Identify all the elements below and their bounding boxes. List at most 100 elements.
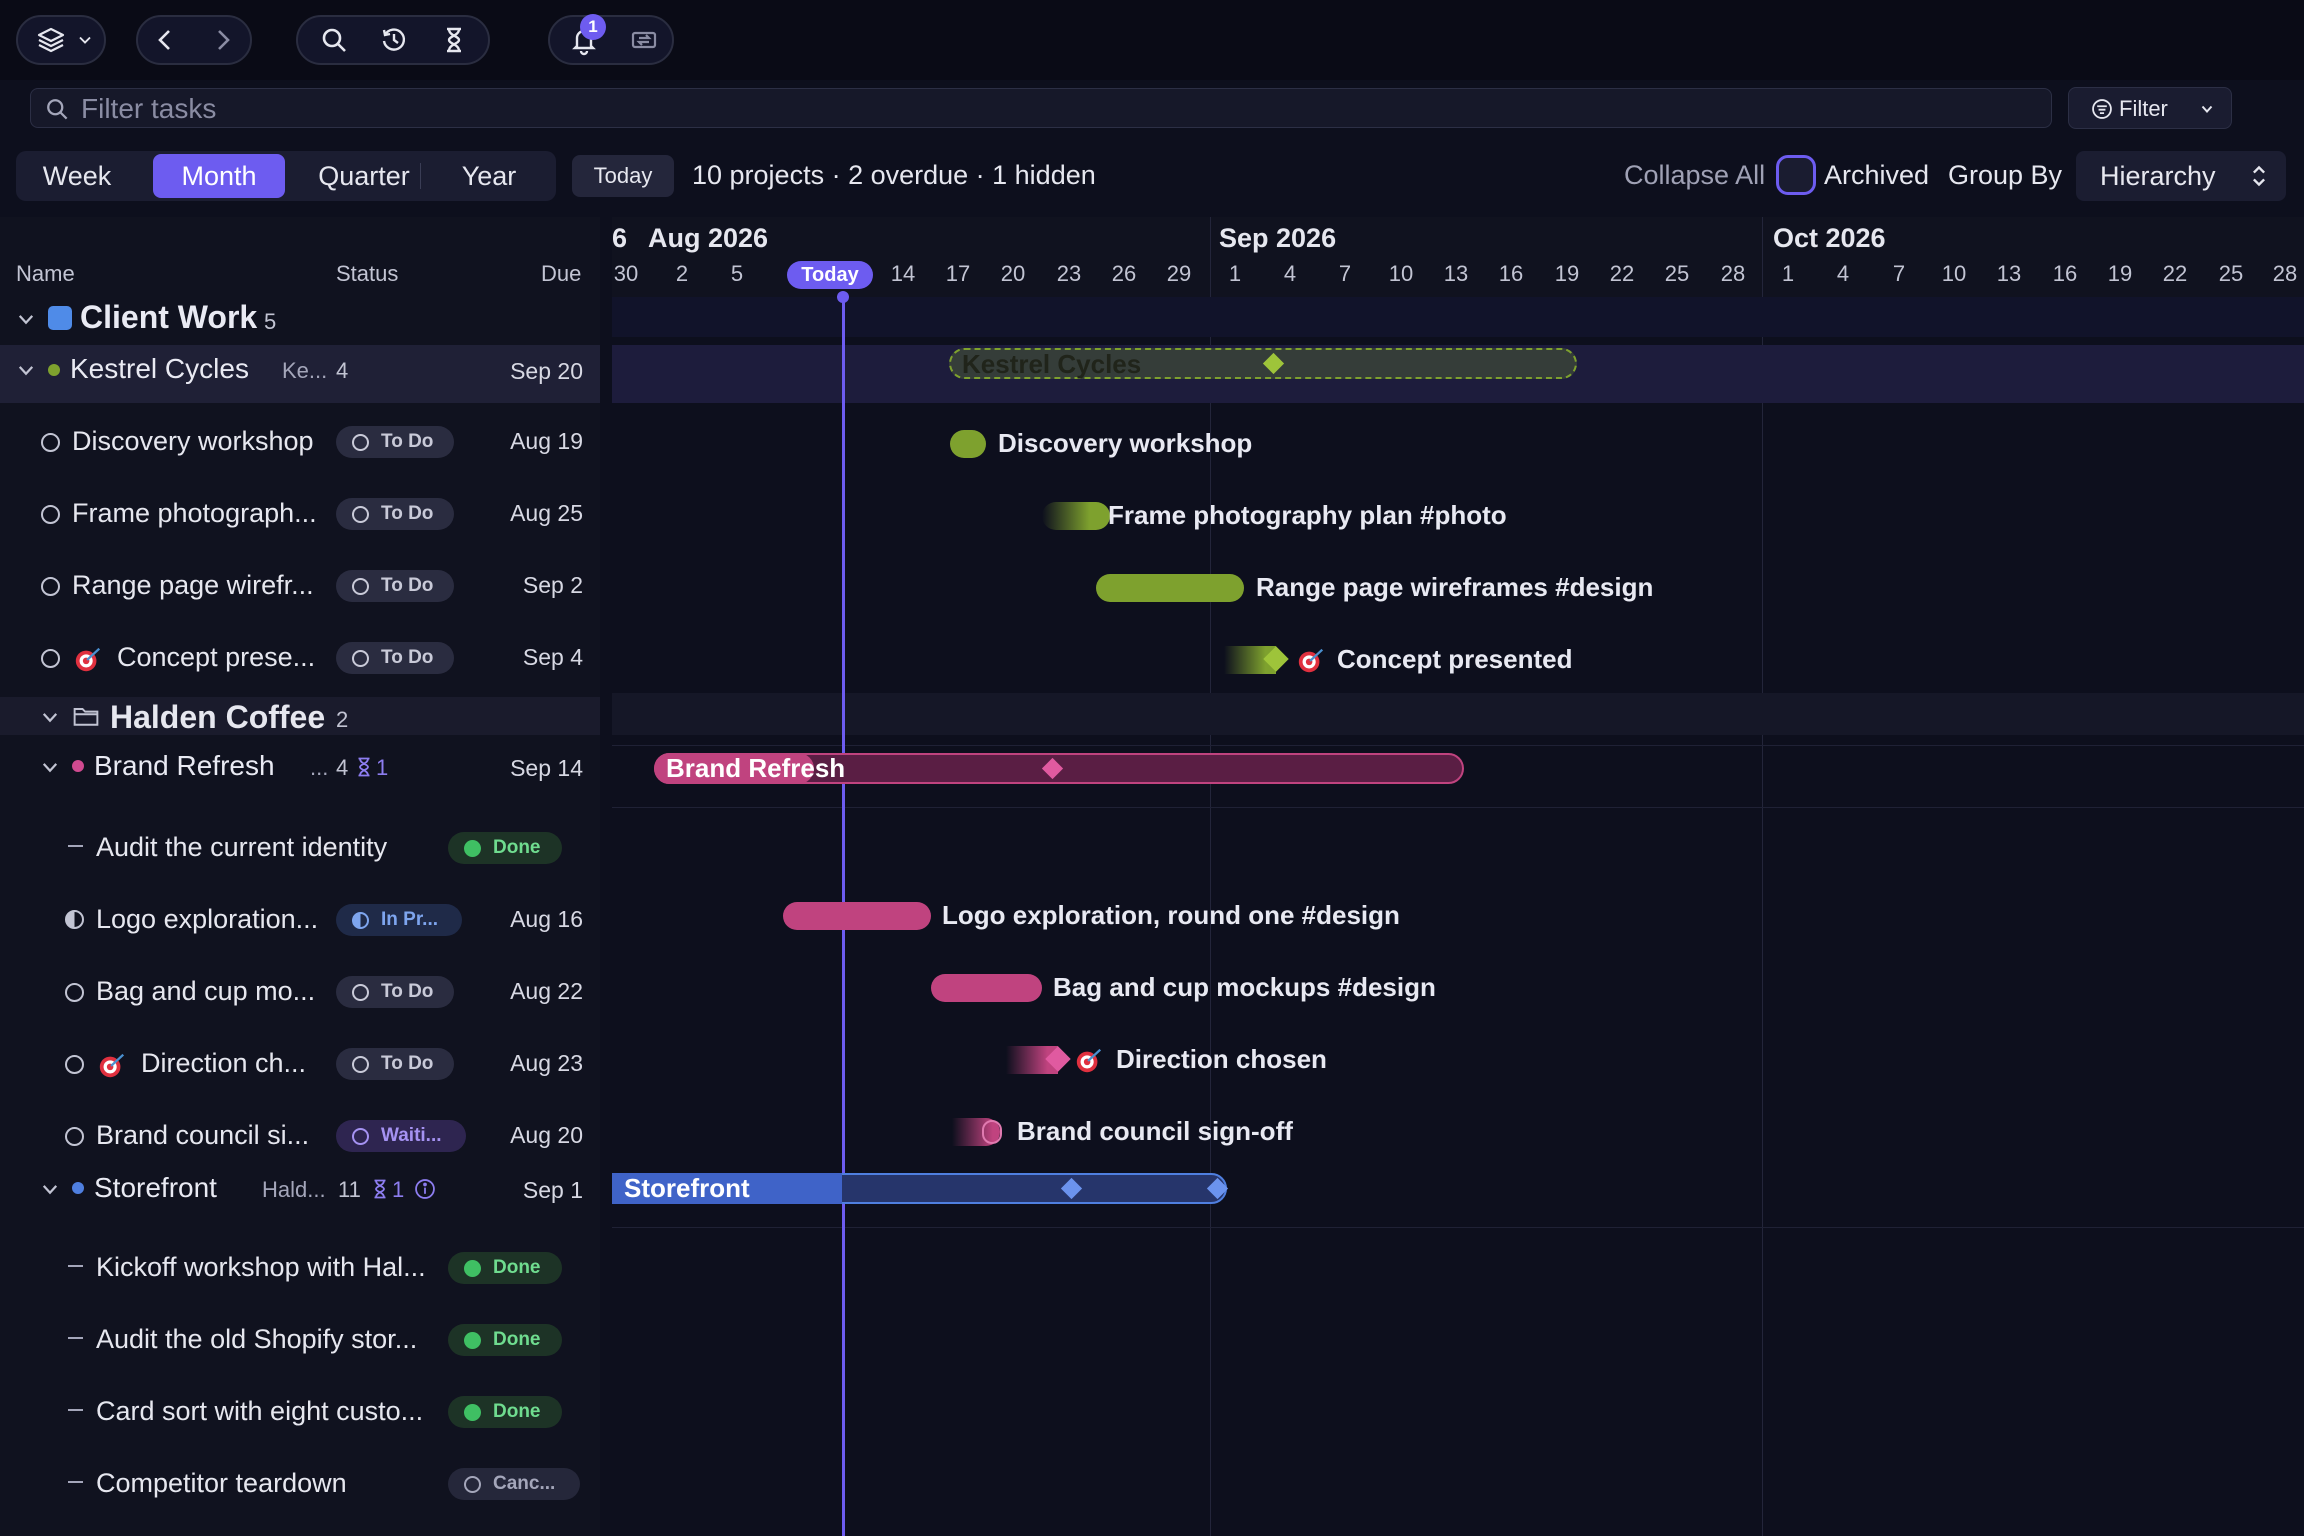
chevron-down-icon[interactable] [40, 707, 60, 727]
filter-button[interactable]: Filter [2068, 87, 2232, 129]
status-badge[interactable]: To Do [336, 976, 454, 1008]
chevron-down-icon[interactable] [40, 757, 60, 777]
todo-status-icon[interactable] [65, 1055, 84, 1074]
history-icon[interactable] [364, 17, 424, 63]
gantt-timeline: 6 Aug 2026 Sep 2026 Oct 2026 30 2 5 Toda… [612, 217, 2304, 1536]
day-label: 7 [1892, 261, 1906, 286]
status-badge[interactable]: Done [448, 832, 562, 864]
view-week[interactable]: Week [22, 154, 132, 198]
task-name: Range page wirefr... [72, 570, 314, 600]
chevron-down-icon[interactable] [16, 360, 36, 380]
workspace-switcher[interactable] [16, 15, 106, 65]
check-circle-icon [464, 1259, 481, 1277]
task-name: Logo exploration... [96, 904, 319, 934]
task-row[interactable]: Kickoff workshop with Hal... Done [0, 1242, 600, 1290]
todo-status-icon[interactable] [41, 649, 60, 668]
task-bar[interactable] [1096, 574, 1244, 602]
todo-status-icon[interactable] [41, 577, 60, 596]
view-quarter[interactable]: Quarter [296, 154, 432, 198]
clock-circle-icon [352, 1127, 369, 1145]
task-row[interactable]: Discovery workshop To Do Aug 19 [0, 416, 600, 464]
task-row[interactable]: Competitor teardown Canc... [0, 1458, 600, 1506]
row-divider [612, 1227, 2304, 1228]
today-button[interactable]: Today [572, 155, 674, 197]
archived-toggle[interactable] [1776, 155, 1816, 195]
collapse-all-button[interactable]: Collapse All [1624, 160, 1765, 191]
status-badge[interactable]: Done [448, 1396, 562, 1428]
project-due: Sep 20 [510, 358, 583, 384]
group-by-select[interactable]: Hierarchy [2076, 151, 2286, 201]
todo-status-icon[interactable] [41, 505, 60, 524]
task-name: Frame photograph... [72, 498, 317, 528]
chevron-down-icon [68, 17, 102, 63]
task-row[interactable]: Direction ch... To Do Aug 23 [0, 1038, 600, 1086]
task-row[interactable]: Concept prese... To Do Sep 4 [0, 632, 600, 680]
sync-icon[interactable] [614, 17, 674, 63]
status-badge[interactable]: To Do [336, 498, 454, 530]
in-progress-status-icon[interactable] [65, 910, 84, 929]
day-label: 2 [675, 261, 689, 286]
group-row-client-work[interactable]: Client Work 5 [0, 297, 600, 337]
chevron-down-icon[interactable] [40, 1179, 60, 1199]
project-row-kestrel[interactable]: Kestrel Cycles Ke... 4 Sep 20 [0, 345, 600, 403]
back-icon[interactable] [138, 17, 194, 63]
task-due: Aug 22 [510, 978, 583, 1004]
day-label: 22 [1609, 261, 1635, 286]
task-bar-label: Concept presented [1337, 644, 1573, 674]
group-color-swatch [48, 306, 72, 330]
view-month[interactable]: Month [153, 154, 285, 198]
folder-band [612, 693, 2304, 735]
info-icon[interactable] [414, 1178, 436, 1200]
search-icon[interactable] [304, 17, 364, 63]
task-bar[interactable] [931, 974, 1042, 1002]
status-badge[interactable]: Canc... [448, 1468, 580, 1500]
view-year[interactable]: Year [434, 154, 544, 198]
waiting-status-icon[interactable] [65, 1127, 84, 1146]
status-badge[interactable]: Done [448, 1324, 562, 1356]
task-bar-label: Frame photography plan #photo [1108, 500, 1507, 530]
task-bar[interactable] [1042, 502, 1110, 530]
task-row[interactable]: Card sort with eight custo... Done [0, 1386, 600, 1434]
project-row-brand-refresh[interactable]: Brand Refresh ... 4 1 Sep 14 [0, 745, 600, 789]
day-label: 20 [1000, 261, 1026, 286]
status-badge[interactable]: In Pr... [336, 904, 462, 936]
hourglass-icon[interactable] [424, 17, 484, 63]
folder-row-halden[interactable]: Halden Coffee 2 [0, 697, 600, 735]
waiting-end-cap [982, 1120, 1002, 1144]
task-due: Aug 20 [510, 1122, 583, 1148]
task-row[interactable]: Audit the old Shopify stor... Done [0, 1314, 600, 1362]
day-label: 1 [1228, 261, 1242, 286]
circle-icon [352, 983, 369, 1001]
status-badge[interactable]: Waiti... [336, 1120, 466, 1152]
task-name: Direction ch... [141, 1048, 307, 1078]
column-status[interactable]: Status [336, 261, 398, 287]
waiting-count: 1 [392, 1177, 405, 1202]
status-badge[interactable]: Done [448, 1252, 562, 1284]
task-row[interactable]: Logo exploration... In Pr... Aug 16 [0, 894, 600, 942]
task-row[interactable]: Bag and cup mo... To Do Aug 22 [0, 966, 600, 1014]
task-bar[interactable] [950, 430, 986, 458]
task-bar[interactable] [783, 902, 931, 930]
column-name[interactable]: Name [16, 261, 75, 287]
task-row[interactable]: Frame photograph... To Do Aug 25 [0, 488, 600, 536]
todo-status-icon[interactable] [41, 433, 60, 452]
status-badge[interactable]: To Do [336, 570, 454, 602]
status-text: To Do [381, 503, 434, 524]
task-row[interactable]: Range page wirefr... To Do Sep 2 [0, 560, 600, 608]
status-badge[interactable]: To Do [336, 1048, 454, 1080]
forward-icon[interactable] [194, 17, 250, 63]
filter-tasks-input[interactable] [79, 89, 1983, 129]
status-badge[interactable]: To Do [336, 642, 454, 674]
status-text: Done [493, 837, 541, 858]
task-name: Audit the old Shopify stor... [96, 1324, 418, 1354]
project-row-storefront[interactable]: Storefront Hald... 11 1 Sep 1 [0, 1167, 600, 1211]
day-label: 10 [1941, 261, 1967, 286]
chevron-down-icon[interactable] [16, 309, 36, 329]
column-due[interactable]: Due [541, 261, 581, 287]
todo-status-icon[interactable] [65, 983, 84, 1002]
day-label: 16 [2052, 261, 2078, 286]
task-row[interactable]: Audit the current identity Done [0, 822, 600, 870]
status-text: To Do [381, 1053, 434, 1074]
status-badge[interactable]: To Do [336, 426, 454, 458]
task-row[interactable]: Brand council si... Waiti... Aug 20 [0, 1110, 600, 1158]
